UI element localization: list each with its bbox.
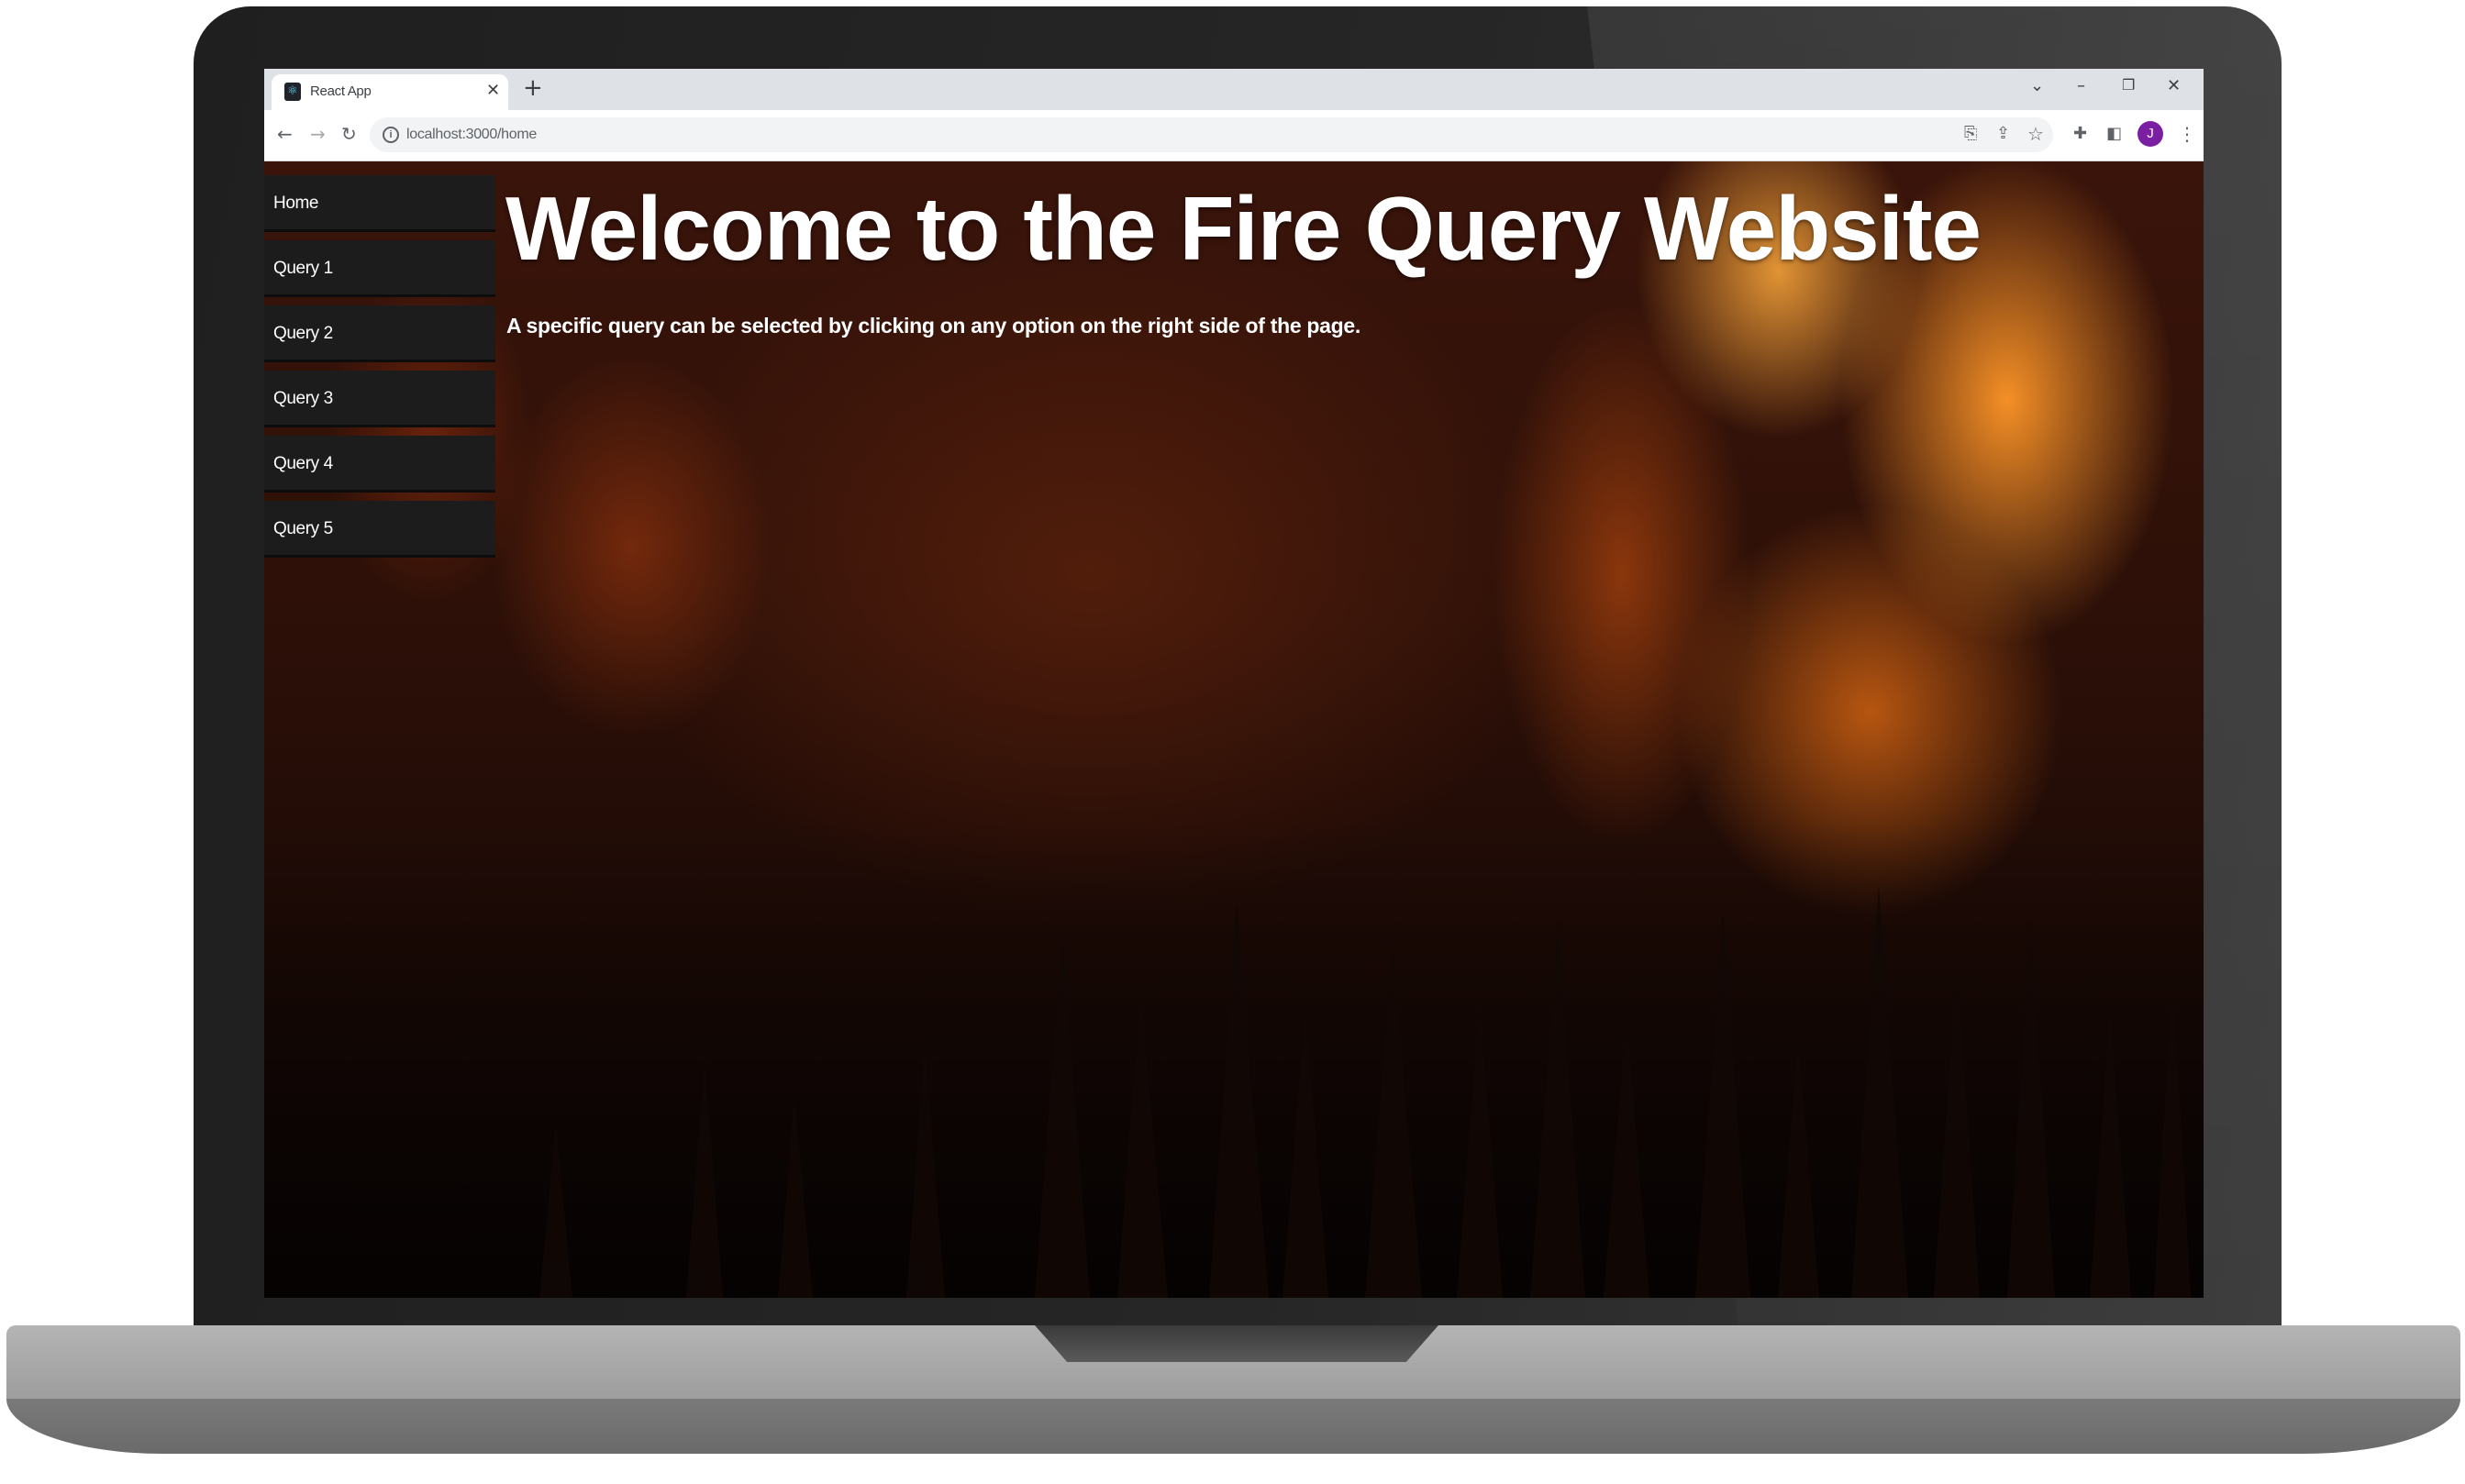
- close-icon[interactable]: ✕: [486, 81, 500, 100]
- restore-icon[interactable]: ❐: [2122, 76, 2135, 94]
- avatar[interactable]: J: [2137, 121, 2163, 147]
- sidebar-item-home[interactable]: Home: [264, 175, 495, 232]
- tab-title: React App: [310, 83, 372, 99]
- page-subtitle: A specific query can be selected by clic…: [506, 314, 1360, 338]
- page-background: Home Query 1 Query 2 Query 3 Query 4 Que…: [264, 161, 2204, 1298]
- window-close-icon[interactable]: ✕: [2167, 76, 2181, 95]
- star-icon[interactable]: ☆: [2027, 122, 2044, 146]
- minimize-icon[interactable]: –: [2077, 76, 2085, 95]
- browser-tab-strip: ⚛ React App ✕ + ⌄ – ❐ ✕: [264, 69, 2204, 110]
- address-bar[interactable]: i localhost:3000/home: [370, 117, 2053, 152]
- install-app-icon[interactable]: ⎘: [1964, 122, 1977, 146]
- tab-search-chevron-icon[interactable]: ⌄: [2030, 76, 2044, 95]
- info-icon[interactable]: i: [383, 127, 399, 143]
- puzzle-icon[interactable]: ✚: [2073, 122, 2087, 146]
- browser-tab[interactable]: ⚛ React App ✕: [272, 74, 508, 110]
- laptop-base-notch: [1035, 1325, 1438, 1362]
- forest-silhouette: [264, 821, 2204, 1298]
- reload-icon[interactable]: ↻: [341, 122, 357, 146]
- side-panel-icon[interactable]: ◧: [2106, 122, 2122, 146]
- plus-icon[interactable]: +: [523, 74, 543, 102]
- laptop-screen: ⚛ React App ✕ + ⌄ – ❐ ✕ ← → ↻ i localhos…: [264, 69, 2204, 1298]
- sidebar-item-query-5[interactable]: Query 5: [264, 501, 495, 558]
- sidebar-item-query-3[interactable]: Query 3: [264, 371, 495, 427]
- arrow-left-icon[interactable]: ←: [277, 122, 293, 146]
- arrow-right-icon[interactable]: →: [310, 122, 326, 146]
- page-title: Welcome to the Fire Query Website: [505, 178, 1982, 279]
- url-text[interactable]: localhost:3000/home: [406, 127, 537, 143]
- react-logo-icon: ⚛: [284, 83, 301, 101]
- sidebar-item-query-1[interactable]: Query 1: [264, 240, 495, 297]
- share-icon[interactable]: ⇪: [1996, 122, 2010, 146]
- sidebar-item-query-2[interactable]: Query 2: [264, 305, 495, 362]
- kebab-menu-icon[interactable]: ⋮: [2178, 122, 2196, 146]
- browser-toolbar: ← → ↻ i localhost:3000/home ⎘ ⇪ ☆ ✚ ◧ J …: [264, 110, 2204, 161]
- laptop-base-bottom: [6, 1399, 2460, 1454]
- sidebar-item-query-4[interactable]: Query 4: [264, 436, 495, 493]
- sidebar-nav: Home Query 1 Query 2 Query 3 Query 4 Que…: [264, 175, 495, 566]
